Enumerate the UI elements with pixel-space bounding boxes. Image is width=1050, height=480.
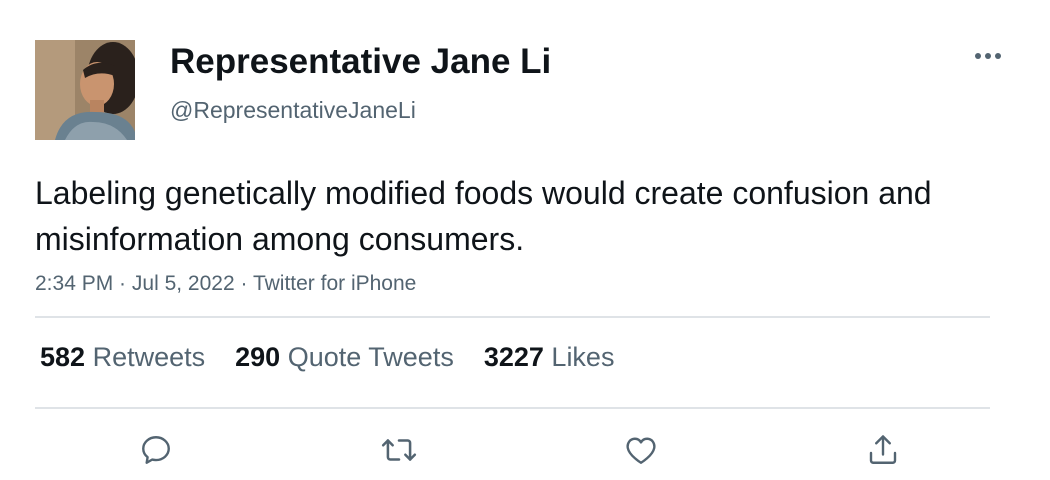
tweet-source[interactable]: Twitter for iPhone (253, 272, 416, 295)
share-button[interactable] (861, 428, 905, 472)
share-upload-icon (869, 435, 897, 464)
meta-separator: · (113, 272, 132, 295)
tweet-text: Labeling genetically modified foods woul… (35, 175, 932, 257)
retweet-arrows-icon (381, 439, 417, 461)
heart-icon (626, 437, 656, 464)
tweet-date[interactable]: Jul 5, 2022 (132, 272, 235, 295)
retweets-label: Retweets (92, 342, 206, 372)
like-button[interactable] (619, 428, 663, 472)
more-options-button[interactable] (966, 44, 1010, 68)
user-handle[interactable]: @RepresentativeJaneLi (170, 97, 416, 124)
quote-tweets-count: 290 (235, 342, 281, 372)
reply-bubble-icon (142, 436, 170, 464)
action-bar (0, 428, 1050, 472)
divider (35, 316, 990, 318)
reply-button[interactable] (134, 428, 178, 472)
more-horizontal-icon (975, 53, 1001, 59)
likes-count: 3227 (483, 342, 544, 372)
display-name[interactable]: Representative Jane Li (170, 42, 551, 82)
quote-tweets-label: Quote Tweets (287, 342, 454, 372)
likes-stat[interactable]: 3227 Likes (484, 342, 615, 373)
retweets-stat[interactable]: 582 Retweets (40, 342, 205, 373)
tweet-time[interactable]: 2:34 PM (35, 272, 113, 295)
tweet-card: Representative Jane Li @RepresentativeJa… (0, 0, 1050, 480)
avatar[interactable] (35, 40, 135, 140)
likes-label: Likes (551, 342, 615, 372)
divider (35, 407, 990, 409)
retweets-count: 582 (40, 342, 86, 372)
avatar-photo (35, 40, 135, 140)
meta-separator: · (234, 272, 253, 295)
engagement-stats: 582 Retweets 290 Quote Tweets 3227 Likes (40, 342, 644, 373)
tweet-meta: 2:34 PM · Jul 5, 2022 · Twitter for iPho… (35, 272, 416, 296)
retweet-button[interactable] (377, 428, 421, 472)
quote-tweets-stat[interactable]: 290 Quote Tweets (235, 342, 454, 373)
